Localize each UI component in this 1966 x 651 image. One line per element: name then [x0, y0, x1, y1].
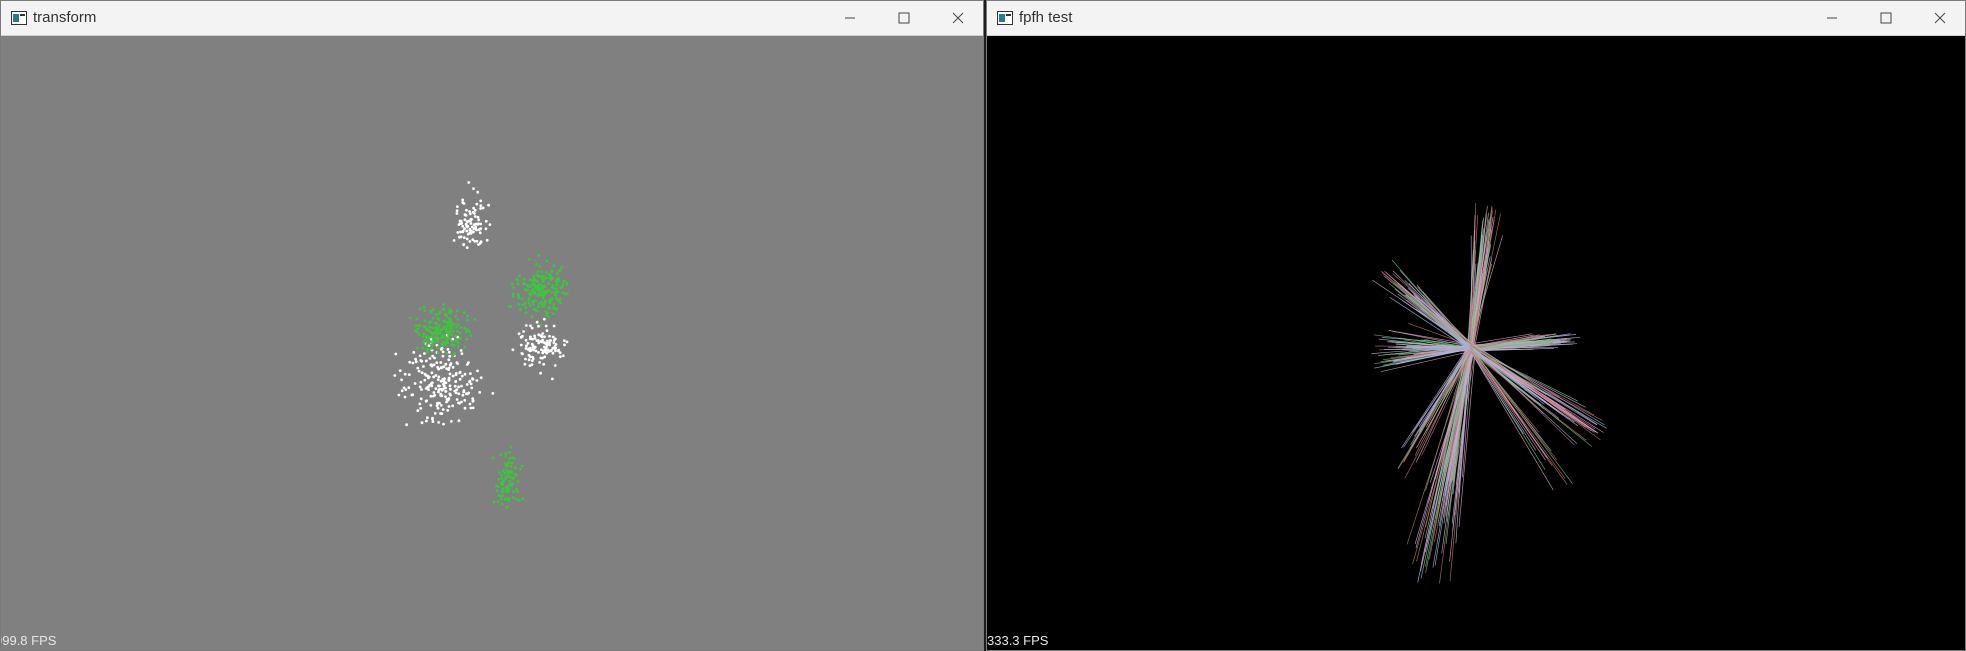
window-title: transform — [33, 9, 97, 26]
maximize-icon — [898, 12, 910, 24]
minimize-button[interactable] — [1805, 1, 1859, 35]
maximize-button[interactable] — [1859, 1, 1913, 35]
close-icon — [1934, 12, 1946, 24]
minimize-icon — [1827, 17, 1837, 19]
close-button[interactable] — [1913, 1, 1965, 35]
title-bar[interactable]: transform — [1, 1, 983, 36]
app-icon — [11, 11, 27, 25]
maximize-button[interactable] — [877, 1, 931, 35]
title-bar[interactable]: fpfh test — [987, 1, 1965, 36]
point-cloud — [393, 181, 569, 509]
feature-viewport[interactable]: 333.3 FPS — [987, 36, 1965, 650]
fps-counter: 333.3 FPS — [987, 633, 1049, 648]
minimize-icon — [845, 17, 855, 19]
point-cloud-points — [393, 181, 569, 509]
point-cloud-viewport[interactable]: 999.8 FPS — [1, 36, 983, 650]
fps-counter: 999.8 FPS — [0, 633, 57, 648]
window-title: fpfh test — [1019, 9, 1073, 26]
feature-line-bundle — [1371, 203, 1607, 584]
app-icon — [997, 11, 1013, 25]
minimize-button[interactable] — [823, 1, 877, 35]
close-button[interactable] — [931, 1, 983, 35]
transform-window: transform 999.8 FPS — [0, 0, 984, 651]
maximize-icon — [1880, 12, 1892, 24]
fpfh-test-window: fpfh test 333.3 FPS — [986, 0, 1966, 651]
close-icon — [952, 12, 964, 24]
fpfh-feature-lines — [1371, 203, 1607, 584]
